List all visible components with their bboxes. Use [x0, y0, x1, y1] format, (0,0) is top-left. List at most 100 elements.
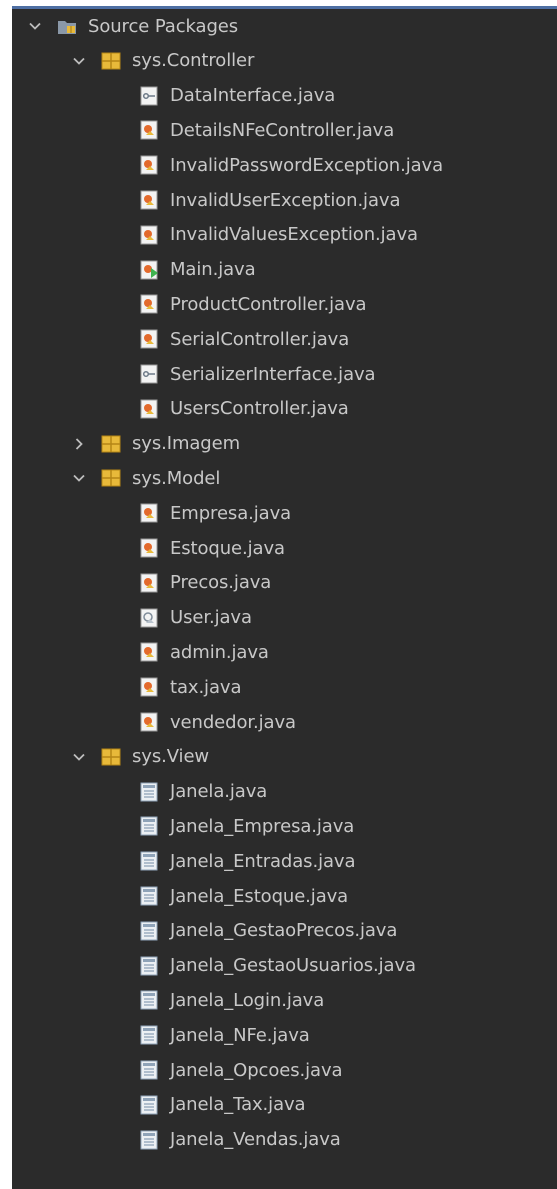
- tree-node-package-sys-controller[interactable]: sys.Controller: [12, 44, 557, 78]
- tree-node-file-precos-java[interactable]: Precos.java: [12, 566, 557, 600]
- form-icon: [138, 1129, 160, 1151]
- tree-node-label: DataInterface.java: [170, 85, 336, 107]
- tree-node-label: SerialController.java: [170, 328, 350, 350]
- tree-node-file-janela-gestaousuarios-java[interactable]: Janela_GestaoUsuarios.java: [12, 949, 557, 983]
- tree-node-label: InvalidPasswordException.java: [170, 154, 444, 176]
- class-icon: [138, 398, 160, 420]
- tree-node-file-janela-gestaoprecos-java[interactable]: Janela_GestaoPrecos.java: [12, 914, 557, 948]
- tree-node-file-main-java[interactable]: Main.java: [12, 253, 557, 287]
- tree-node-label: Janela_NFe.java: [170, 1024, 310, 1046]
- tree-node-label: Janela_Vendas.java: [170, 1129, 341, 1151]
- chevron-down-icon[interactable]: [70, 748, 88, 766]
- form-icon: [138, 1094, 160, 1116]
- tree-node-label: UsersController.java: [170, 398, 349, 420]
- tree-node-file-janela-vendas-java[interactable]: Janela_Vendas.java: [12, 1123, 557, 1157]
- tree-node-source-packages[interactable]: Source Packages: [12, 9, 557, 43]
- tree-node-label: tax.java: [170, 676, 242, 698]
- tree-node-file-productcontroller-java[interactable]: ProductController.java: [12, 287, 557, 321]
- tree-node-label: Janela_Entradas.java: [170, 850, 356, 872]
- chevron-down-icon[interactable]: [70, 469, 88, 487]
- interface-icon: [138, 363, 160, 385]
- class-icon: [138, 502, 160, 524]
- tree-node-label: InvalidValuesException.java: [170, 224, 418, 246]
- chevron-down-icon[interactable]: [26, 17, 44, 35]
- tree-node-file-user-java[interactable]: User.java: [12, 601, 557, 635]
- tree-node-file-detailsnfecontroller-java[interactable]: DetailsNFeController.java: [12, 113, 557, 147]
- class-icon: [138, 224, 160, 246]
- form-icon: [138, 781, 160, 803]
- tree-node-file-janela-nfe-java[interactable]: Janela_NFe.java: [12, 1018, 557, 1052]
- tree-node-file-admin-java[interactable]: admin.java: [12, 635, 557, 669]
- main-class-icon: [138, 259, 160, 281]
- project-tree-panel: Source Packages sys.Controller DataInterfa…: [12, 6, 557, 1189]
- tree-node-file-serializerinterface-java[interactable]: SerializerInterface.java: [12, 357, 557, 391]
- tree-node-file-janela-empresa-java[interactable]: Janela_Empresa.java: [12, 809, 557, 843]
- tree-node-file-janela-entradas-java[interactable]: Janela_Entradas.java: [12, 844, 557, 878]
- form-icon: [138, 815, 160, 837]
- package-icon: [100, 467, 122, 489]
- class-icon: [138, 154, 160, 176]
- class-icon: [138, 189, 160, 211]
- class-icon: [138, 537, 160, 559]
- tree-node-file-janela-java[interactable]: Janela.java: [12, 775, 557, 809]
- tree-node-file-janela-login-java[interactable]: Janela_Login.java: [12, 983, 557, 1017]
- tree-node-package-sys-view[interactable]: sys.View: [12, 740, 557, 774]
- tree-node-label: Janela_Estoque.java: [170, 885, 349, 907]
- form-icon: [138, 850, 160, 872]
- tree-node-label: Source Packages: [88, 15, 239, 37]
- class-icon: [138, 328, 160, 350]
- tree-node-file-userscontroller-java[interactable]: UsersController.java: [12, 392, 557, 426]
- tree-node-label: Janela_GestaoPrecos.java: [170, 920, 398, 942]
- tree-node-label: Empresa.java: [170, 502, 292, 524]
- package-icon: [100, 746, 122, 768]
- tree-node-file-janela-tax-java[interactable]: Janela_Tax.java: [12, 1088, 557, 1122]
- package-icon: [100, 50, 122, 72]
- tree-node-package-sys-imagem[interactable]: sys.Imagem: [12, 427, 557, 461]
- tree-node-label: User.java: [170, 607, 252, 629]
- tree-node-label: admin.java: [170, 641, 269, 663]
- tree-node-label: sys.View: [132, 746, 210, 768]
- class-icon: [138, 676, 160, 698]
- tree-node-file-datainterface-java[interactable]: DataInterface.java: [12, 79, 557, 113]
- tree-node-file-janela-opcoes-java[interactable]: Janela_Opcoes.java: [12, 1053, 557, 1087]
- tree-node-label: Estoque.java: [170, 537, 285, 559]
- tree-node-label: sys.Controller: [132, 50, 255, 72]
- tree-node-label: Janela_Tax.java: [170, 1094, 306, 1116]
- form-icon: [138, 1059, 160, 1081]
- tree-node-file-janela-estoque-java[interactable]: Janela_Estoque.java: [12, 879, 557, 913]
- class-icon: [138, 641, 160, 663]
- class-icon: [138, 119, 160, 141]
- class-icon: [138, 293, 160, 315]
- tree-node-label: DetailsNFeController.java: [170, 119, 395, 141]
- tree-node-file-invalidvaluesexception-java[interactable]: InvalidValuesException.java: [12, 218, 557, 252]
- tree-node-label: InvalidUserException.java: [170, 189, 401, 211]
- tree-node-file-estoque-java[interactable]: Estoque.java: [12, 531, 557, 565]
- tree-node-label: Janela_GestaoUsuarios.java: [170, 955, 416, 977]
- tree-node-package-sys-model[interactable]: sys.Model: [12, 461, 557, 495]
- tree-node-file-invaliduserexception-java[interactable]: InvalidUserException.java: [12, 183, 557, 217]
- class-icon: [138, 572, 160, 594]
- tree-node-file-empresa-java[interactable]: Empresa.java: [12, 496, 557, 530]
- tree-node-file-vendedor-java[interactable]: vendedor.java: [12, 705, 557, 739]
- tree-node-file-tax-java[interactable]: tax.java: [12, 670, 557, 704]
- tree-node-file-invalidpasswordexception-java[interactable]: InvalidPasswordException.java: [12, 148, 557, 182]
- tree-node-label: Janela.java: [170, 781, 268, 803]
- tree-node-label: SerializerInterface.java: [170, 363, 376, 385]
- tree-node-label: sys.Imagem: [132, 433, 241, 455]
- chevron-down-icon[interactable]: [70, 52, 88, 70]
- tree-node-label: vendedor.java: [170, 711, 296, 733]
- tree-node-label: Janela_Login.java: [170, 989, 325, 1011]
- class-icon: [138, 711, 160, 733]
- chevron-right-icon[interactable]: [70, 435, 88, 453]
- tree-node-label: Main.java: [170, 259, 256, 281]
- source-packages-icon: [56, 15, 78, 37]
- tree-node-label: Precos.java: [170, 572, 272, 594]
- form-icon: [138, 1024, 160, 1046]
- tree-node-file-serialcontroller-java[interactable]: SerialController.java: [12, 322, 557, 356]
- tree-node-label: Janela_Empresa.java: [170, 815, 355, 837]
- form-icon: [138, 885, 160, 907]
- interface-icon: [138, 85, 160, 107]
- tree-node-label: sys.Model: [132, 467, 221, 489]
- form-icon: [138, 989, 160, 1011]
- form-icon: [138, 920, 160, 942]
